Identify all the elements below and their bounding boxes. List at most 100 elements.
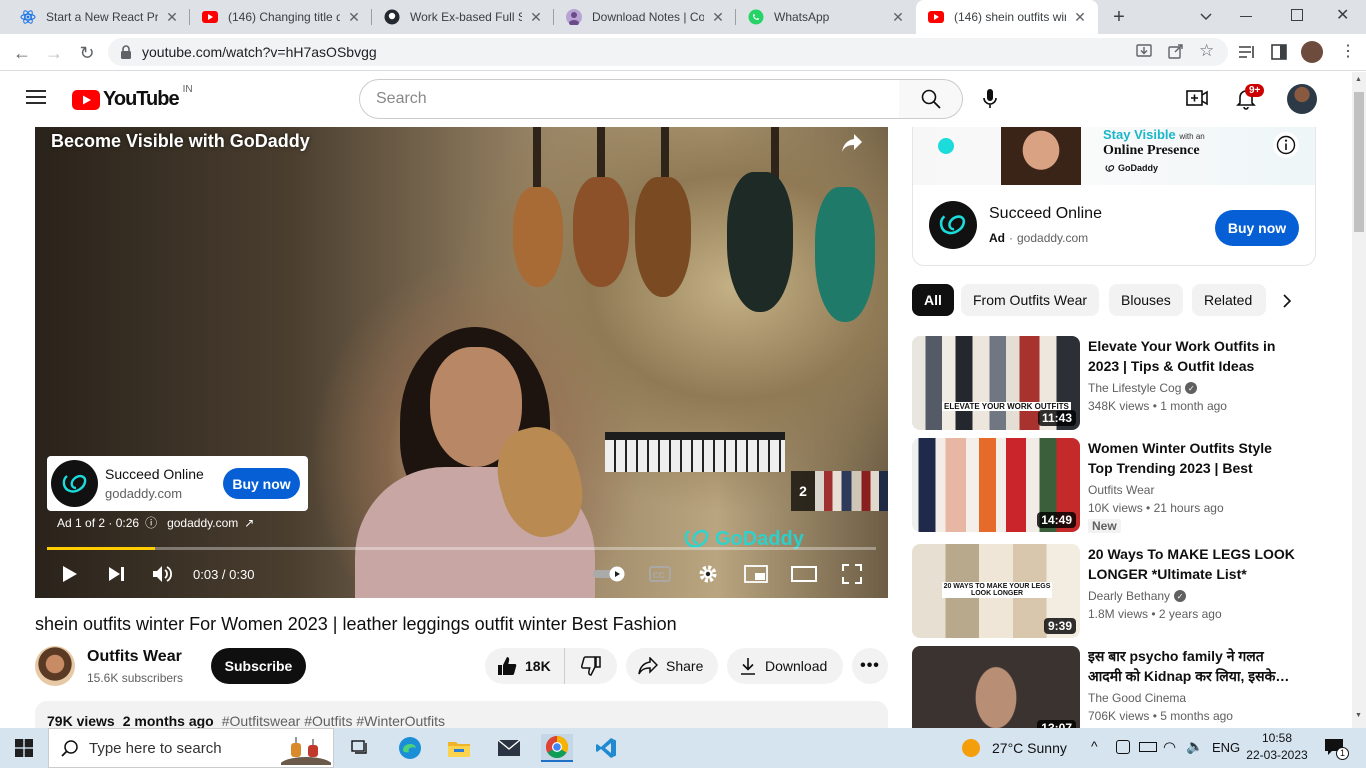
page-scrollbar[interactable]: ▲ ▼ <box>1352 72 1366 728</box>
fullscreen-icon[interactable] <box>838 560 866 588</box>
chevron-right-icon[interactable] <box>1282 294 1292 313</box>
browser-tab[interactable]: Start a New React Proj ✕ <box>8 0 190 34</box>
channel-name[interactable]: Outfits Wear <box>87 648 182 666</box>
chip-all[interactable]: All <box>912 284 954 316</box>
next-ad-preview[interactable]: 2 <box>791 471 888 511</box>
video-thumbnail[interactable]: ELEVATE YOUR WORK OUTFITS 11:43 <box>912 336 1080 430</box>
description-box[interactable]: 79K views 2 months ago #Outfitswear #Out… <box>35 701 888 731</box>
recommendation-item[interactable]: 20 WAYS TO MAKE YOUR LEGS LOOK LONGER 9:… <box>912 544 1316 640</box>
reading-list-icon[interactable] <box>1238 44 1256 65</box>
theater-mode-icon[interactable] <box>790 560 818 588</box>
download-button[interactable]: Download <box>727 648 843 684</box>
new-tab-icon[interactable]: + <box>1108 6 1130 28</box>
close-icon[interactable]: ✕ <box>890 9 906 26</box>
omnibox[interactable]: youtube.com/watch?v=hH7asOSbvgg ☆ <box>108 38 1228 66</box>
side-panel-icon[interactable] <box>1271 44 1287 65</box>
speaker-icon[interactable]: 🔈 <box>1186 738 1203 755</box>
video-player[interactable]: Become Visible with GoDaddy Succeed Onli… <box>35 127 888 598</box>
search-input[interactable]: Search <box>359 79 900 119</box>
chrome-menu-icon[interactable]: ⋮ <box>1340 41 1356 61</box>
channel-name[interactable]: Outfits Wear <box>1088 483 1154 497</box>
play-icon[interactable] <box>56 560 84 588</box>
sidebar-buy-button[interactable]: Buy now <box>1215 210 1299 246</box>
video-title[interactable]: इस बार psycho family ने गलत आदमी को Kidn… <box>1088 646 1298 686</box>
vscode-icon[interactable] <box>590 734 622 762</box>
channel-name[interactable]: The Good Cinema <box>1088 691 1186 705</box>
chip-from-outfits-wear[interactable]: From Outfits Wear <box>961 284 1100 316</box>
close-icon[interactable]: ✕ <box>528 9 544 26</box>
subtitles-icon[interactable]: CC <box>646 560 674 588</box>
wifi-icon[interactable]: ◠ <box>1163 738 1176 756</box>
info-icon[interactable]: ⓘ <box>145 514 157 531</box>
recommendation-item[interactable]: 13:07 इस बार psycho family ने गलत आदमी क… <box>912 646 1316 728</box>
tab-search-icon[interactable] <box>1196 6 1216 26</box>
video-title[interactable]: Elevate Your Work Outfits in 2023 | Tips… <box>1088 336 1298 376</box>
clock-date[interactable]: 22-03-2023 <box>1246 748 1308 762</box>
recommendation-item[interactable]: ELEVATE YOUR WORK OUTFITS 11:43 Elevate … <box>912 336 1316 432</box>
next-video-icon[interactable] <box>103 560 131 588</box>
subscribe-button[interactable]: Subscribe <box>211 648 306 684</box>
close-icon[interactable]: ✕ <box>164 9 180 26</box>
hamburger-menu-icon[interactable] <box>26 89 46 110</box>
video-thumbnail[interactable]: 14:49 <box>912 438 1080 532</box>
autoplay-toggle[interactable] <box>591 560 627 588</box>
share-arrow-icon[interactable] <box>841 133 863 158</box>
ad-domain-link[interactable]: godaddy.com <box>167 516 238 530</box>
recommendation-item[interactable]: 14:49 Women Winter Outfits Style Top Tre… <box>912 438 1316 534</box>
channel-avatar[interactable] <box>35 646 75 686</box>
share-button[interactable]: Share <box>626 648 718 684</box>
weather-text[interactable]: 27°C Sunny <box>992 740 1067 756</box>
account-avatar[interactable] <box>1287 84 1317 114</box>
info-icon[interactable] <box>1273 132 1299 158</box>
scrollbar-thumb[interactable] <box>1354 92 1364 232</box>
video-title[interactable]: Women Winter Outfits Style Top Trending … <box>1088 438 1298 478</box>
weather-sun-icon[interactable] <box>962 739 980 757</box>
browser-tab[interactable]: WhatsApp ✕ <box>736 0 916 34</box>
mail-icon[interactable] <box>493 734 525 762</box>
profile-avatar[interactable] <box>1301 41 1323 63</box>
close-icon[interactable]: ✕ <box>710 9 726 26</box>
browser-tab[interactable]: (146) Changing title dy ✕ <box>190 0 372 34</box>
battery-icon[interactable] <box>1139 742 1157 752</box>
scroll-down-icon[interactable]: ▼ <box>1355 712 1362 719</box>
more-actions-button[interactable]: ••• <box>852 648 888 684</box>
close-icon[interactable]: ✕ <box>1072 9 1088 26</box>
forward-icon[interactable]: → <box>42 41 66 65</box>
microphone-icon[interactable] <box>983 89 997 114</box>
clock-time[interactable]: 10:58 <box>1246 731 1308 745</box>
sidebar-ad-panel[interactable]: Stay Visible with an Online Presence GoD… <box>912 127 1316 266</box>
progress-bar[interactable] <box>47 547 876 550</box>
search-button[interactable] <box>899 79 963 119</box>
chevron-up-icon[interactable]: ^ <box>1091 738 1098 754</box>
scroll-up-icon[interactable]: ▲ <box>1355 76 1362 83</box>
video-thumbnail[interactable]: 20 WAYS TO MAKE YOUR LEGS LOOK LONGER 9:… <box>912 544 1080 638</box>
chrome-taskbar-icon[interactable] <box>541 734 573 762</box>
player-ad-card[interactable]: Succeed Online godaddy.com Buy now <box>47 456 308 511</box>
minimize-icon[interactable] <box>1240 16 1252 17</box>
window-close-icon[interactable]: ✕ <box>1336 5 1349 25</box>
ad-banner[interactable]: Stay Visible with an Online Presence GoD… <box>913 127 1315 185</box>
channel-name[interactable]: Dearly Bethany <box>1088 589 1170 603</box>
bookmark-star-icon[interactable]: ☆ <box>1199 41 1214 61</box>
restore-icon[interactable] <box>1291 9 1303 21</box>
chip-blouses[interactable]: Blouses <box>1109 284 1183 316</box>
ad-card-buy-button[interactable]: Buy now <box>223 468 300 499</box>
channel-name[interactable]: The Lifestyle Cog <box>1088 381 1181 395</box>
volume-icon[interactable] <box>149 560 177 588</box>
settings-gear-icon[interactable] <box>694 560 722 588</box>
close-icon[interactable]: ✕ <box>346 9 362 26</box>
share-page-icon[interactable] <box>1168 43 1184 64</box>
task-view-icon[interactable] <box>344 734 376 762</box>
video-title[interactable]: 20 Ways To MAKE LEGS LOOK LONGER *Ultima… <box>1088 544 1298 584</box>
taskbar-search-input[interactable]: Type here to search <box>48 728 334 769</box>
dislike-button[interactable] <box>565 656 617 676</box>
install-app-icon[interactable] <box>1136 43 1152 64</box>
youtube-logo[interactable]: YouTube IN <box>72 84 193 111</box>
video-thumbnail[interactable]: 13:07 <box>912 646 1080 728</box>
chip-related[interactable]: Related <box>1192 284 1266 316</box>
browser-tab[interactable]: Download Notes | Coc ✕ <box>554 0 736 34</box>
device-icon[interactable] <box>1116 740 1130 754</box>
browser-tab-active[interactable]: (146) shein outfits win ✕ <box>916 0 1098 34</box>
windows-start-icon[interactable] <box>8 734 40 762</box>
browser-tab[interactable]: Work Ex-based Full St ✕ <box>372 0 554 34</box>
